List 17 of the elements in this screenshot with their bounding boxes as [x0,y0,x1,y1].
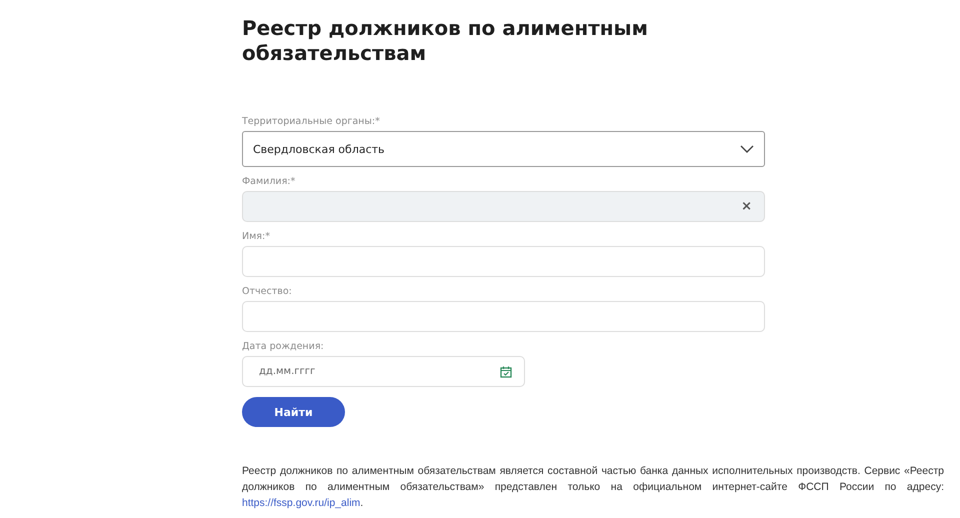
field-label: Отчество: [242,286,293,297]
clear-icon[interactable]: × [741,199,752,214]
date-field[interactable]: дд.мм.гггг [242,356,525,387]
input-field[interactable] [242,246,765,277]
calendar-icon [500,366,512,378]
search-button[interactable]: Найти [242,397,345,427]
chevron-down-icon [740,145,754,153]
field-label: Дата рождения: [242,341,325,352]
input-field[interactable]: × [242,191,765,222]
fssp-link[interactable]: https://fssp.gov.ru/ip_alim [242,497,360,509]
page-title: Реестр должников по алиментным обязательствам [242,16,649,66]
region-select[interactable]: Свердловская область [242,131,765,167]
input-field[interactable] [242,301,765,332]
info-paragraph: Реестр должников по алиментным обязательствам является составной частью банка данных исполнительных производств. Сервис «Реестр должников по алиментным обязательствам» представлен только на официальном интернет-сайте ФССП России по адресу: https://fssp.gov.ru/ip_alim. [242,464,944,511]
field-label: Фамилия:* [242,176,296,187]
field-label: Территориальные органы:* [242,116,381,127]
field-label: Имя:* [242,231,271,242]
